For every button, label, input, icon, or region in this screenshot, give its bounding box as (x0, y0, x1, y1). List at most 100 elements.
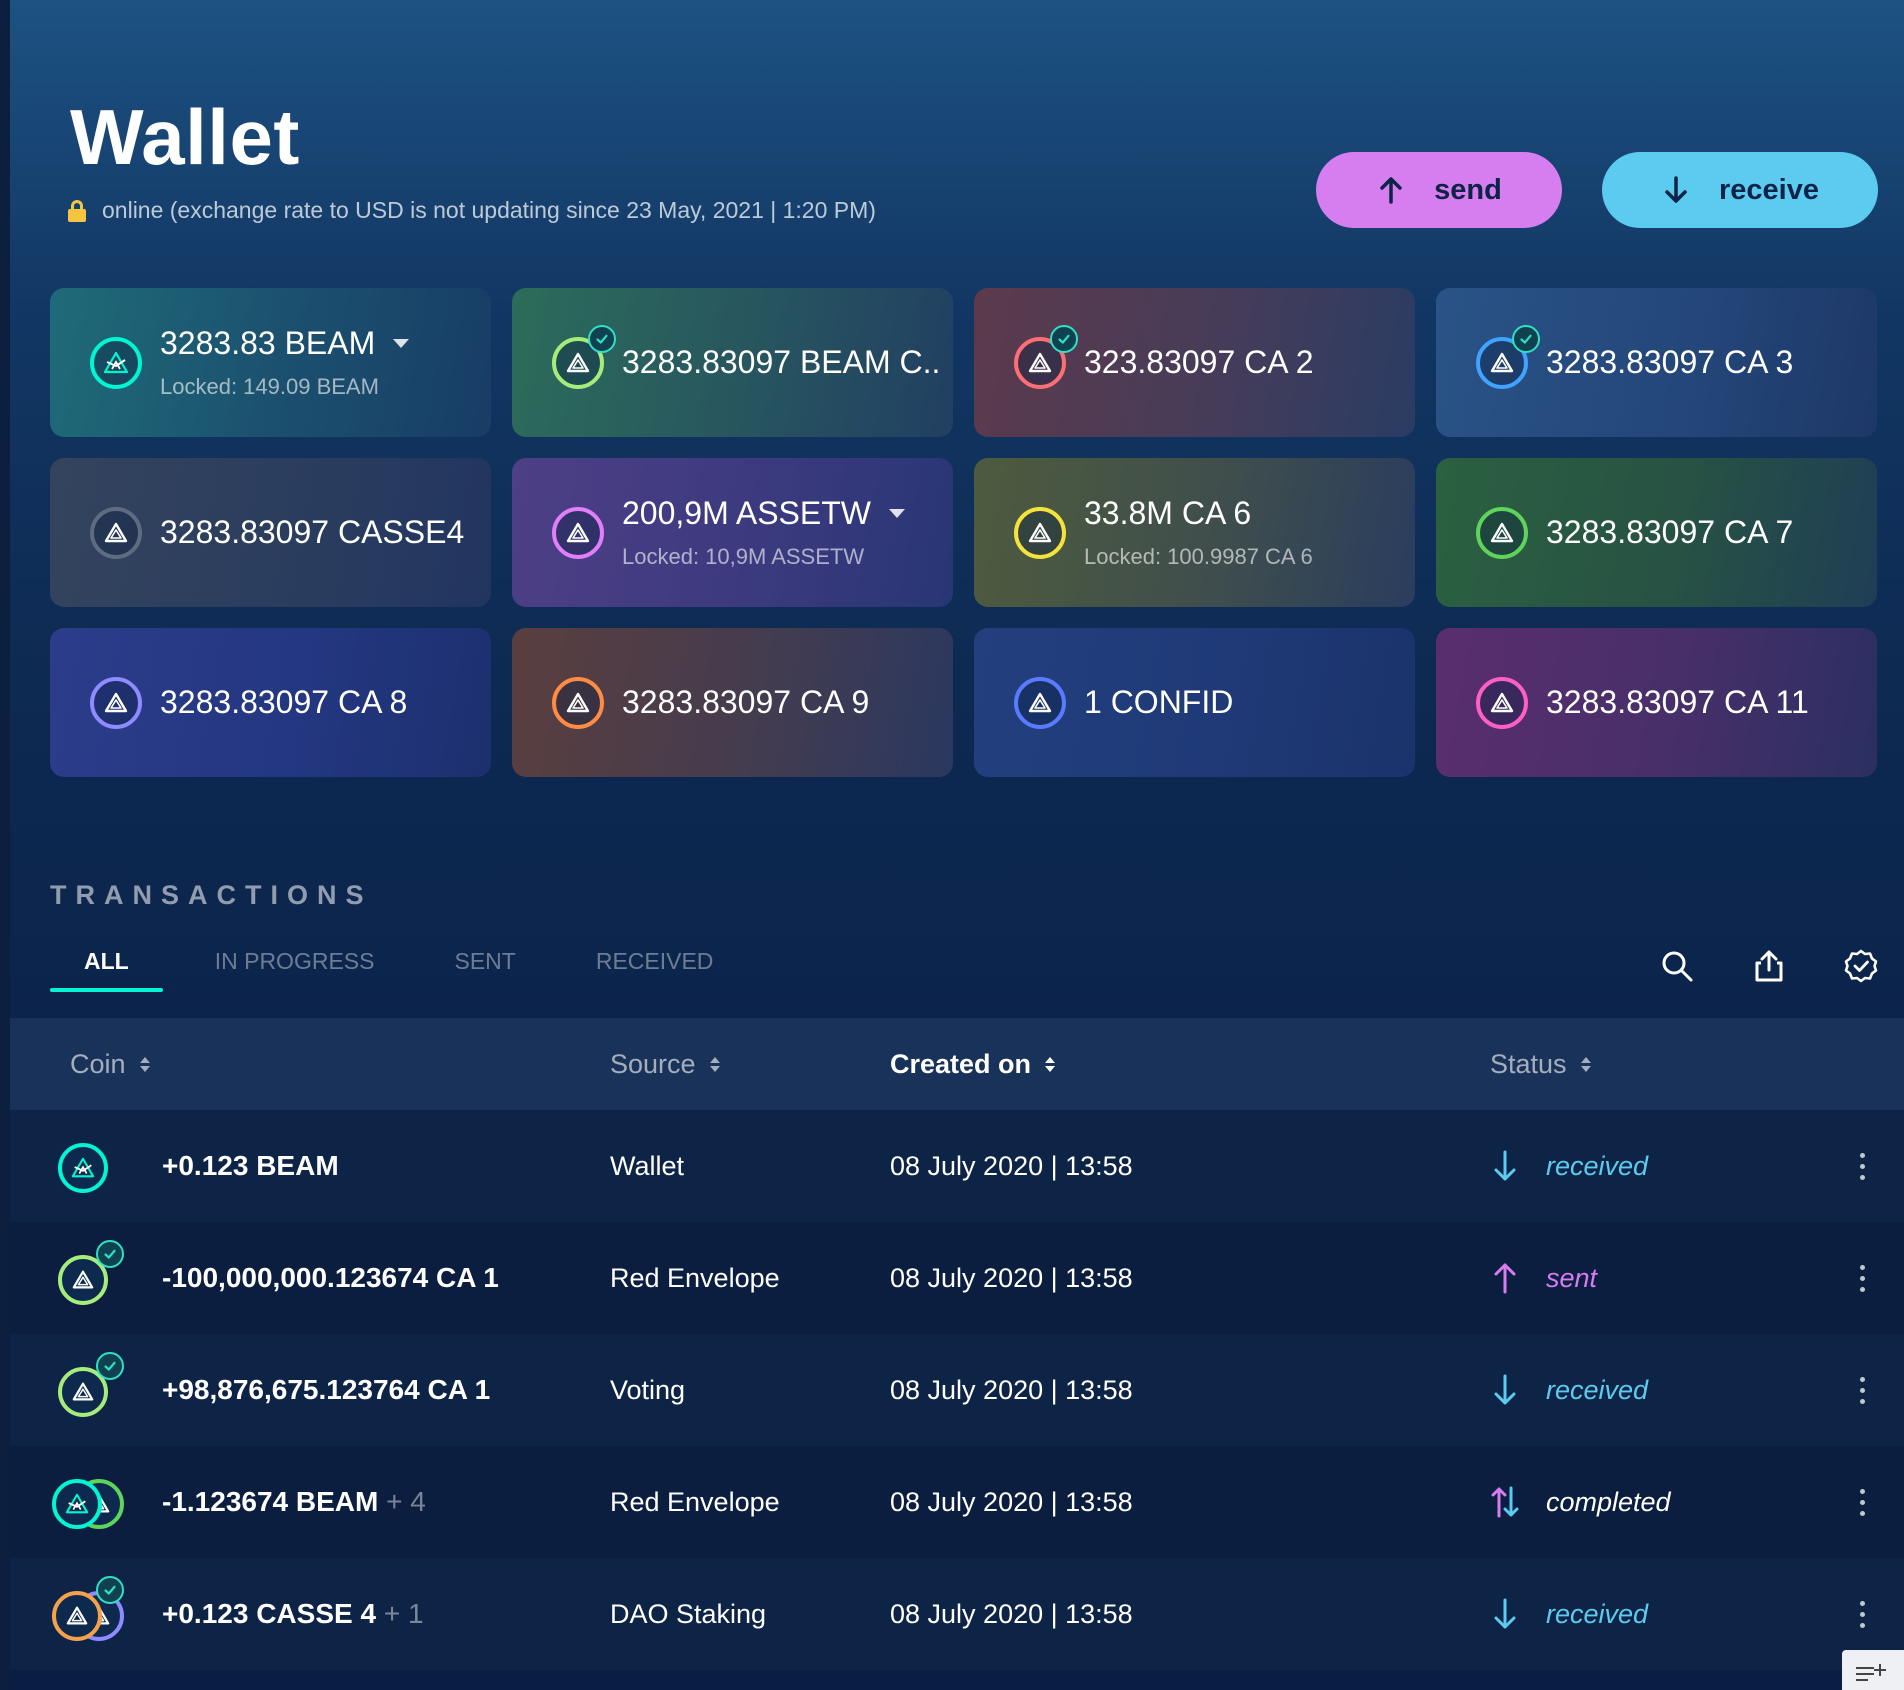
asset-amount: 3283.83097 CA 9 (622, 684, 870, 720)
asset-card[interactable]: 33.8M CA 6 Locked: 100.9987 CA 6 (974, 458, 1415, 607)
export-icon[interactable] (1749, 946, 1789, 986)
arrows-up-down-icon (1491, 1486, 1519, 1518)
asset-card[interactable]: 1 CONFID (974, 628, 1415, 777)
tx-status: received (1490, 1596, 1648, 1632)
chevron-down-icon[interactable] (393, 339, 410, 348)
more-options-icon[interactable] (1860, 1600, 1865, 1628)
chevron-down-icon[interactable] (888, 509, 905, 518)
asset-triangle-icon (58, 1352, 124, 1420)
tx-status: sent (1490, 1260, 1597, 1296)
tx-status: completed (1490, 1484, 1671, 1520)
receive-label: receive (1719, 173, 1819, 206)
more-options-icon[interactable] (1860, 1152, 1865, 1180)
asset-amount: 3283.83097 CA 8 (160, 684, 408, 720)
page-title: Wallet (70, 93, 300, 181)
tx-created-on: 08 July 2020 | 13:58 (890, 1598, 1133, 1629)
asset-amount: 3283.83097 CA 11 (1546, 684, 1809, 720)
column-created-on[interactable]: Created on (890, 1048, 1056, 1080)
more-options-icon[interactable] (1860, 1376, 1865, 1404)
column-source[interactable]: Source (610, 1049, 720, 1080)
asset-amount: 3283.83 BEAM (160, 325, 410, 362)
tab-all[interactable]: ALL (50, 948, 163, 992)
beam-logo-icon (52, 1476, 124, 1532)
asset-triangle-icon (1014, 676, 1066, 729)
asset-card[interactable]: 3283.83097 CA 11 (1436, 628, 1877, 777)
column-created-on-label: Created on (890, 1048, 1032, 1079)
tx-created-on: 08 July 2020 | 13:58 (890, 1486, 1133, 1517)
transactions-table-header: Coin Source Created on Status (10, 1018, 1904, 1110)
arrow-up-icon (1380, 177, 1402, 204)
arrow-down-icon (1494, 1598, 1516, 1629)
asset-amount: 323.83097 CA 2 (1084, 344, 1314, 380)
asset-triangle-icon (1476, 506, 1528, 559)
connection-status: online (exchange rate to USD is not upda… (68, 197, 876, 224)
tx-status: received (1490, 1148, 1648, 1184)
tx-created-on: 08 July 2020 | 13:58 (890, 1262, 1133, 1293)
tx-amount: -100,000,000.123674 CA 1 (162, 1262, 499, 1293)
tx-created-on: 08 July 2020 | 13:58 (890, 1150, 1133, 1181)
table-row[interactable]: +98,876,675.123764 CA 1 Voting 08 July 2… (10, 1334, 1904, 1446)
asset-triangle-icon (552, 676, 604, 729)
column-status[interactable]: Status (1490, 1049, 1591, 1080)
column-coin[interactable]: Coin (70, 1049, 150, 1080)
tx-status: received (1490, 1372, 1648, 1408)
transactions-table-body: +0.123 BEAM Wallet 08 July 2020 | 13:58 … (10, 1110, 1904, 1670)
tx-more-assets: + 1 (383, 1598, 424, 1629)
scroll-corner-widget[interactable] (1842, 1650, 1904, 1690)
table-row[interactable]: +0.123 CASSE 4 + 1 DAO Staking 08 July 2… (10, 1558, 1904, 1670)
tx-more-assets: + 4 (386, 1486, 426, 1517)
verified-badge-icon (588, 324, 616, 353)
tx-amount: +0.123 BEAM (162, 1150, 339, 1181)
transaction-tabs: ALL IN PROGRESS SENT RECEIVED (50, 948, 747, 992)
search-icon[interactable] (1657, 946, 1697, 986)
add-list-icon (1856, 1664, 1886, 1681)
send-button[interactable]: send (1316, 152, 1562, 228)
asset-triangle-icon (90, 506, 142, 559)
tx-source: DAO Staking (610, 1598, 767, 1629)
asset-card[interactable]: 3283.83097 CA 7 (1436, 458, 1877, 607)
asset-amount: 33.8M CA 6 (1084, 495, 1252, 531)
asset-card[interactable]: 3283.83097 BEAM C.. (512, 288, 953, 437)
more-options-icon[interactable] (1860, 1488, 1865, 1516)
table-row[interactable]: +0.123 BEAM Wallet 08 July 2020 | 13:58 … (10, 1110, 1904, 1222)
window-left-edge (0, 0, 10, 1690)
arrow-down-icon (1665, 176, 1687, 203)
tx-created-on: 08 July 2020 | 13:58 (890, 1374, 1133, 1405)
tab-in-progress[interactable]: IN PROGRESS (181, 948, 409, 992)
tab-sent[interactable]: SENT (420, 948, 549, 992)
verified-badge-icon (1050, 324, 1078, 353)
asset-triangle-icon (1014, 324, 1078, 389)
asset-locked: Locked: 10,9M ASSETW (622, 544, 865, 569)
sort-icon (1580, 1056, 1591, 1072)
asset-amount: 1 CONFID (1084, 684, 1234, 720)
lock-icon (68, 199, 86, 222)
asset-card[interactable]: 3283.83097 CA 3 (1436, 288, 1877, 437)
column-coin-label: Coin (70, 1048, 126, 1079)
asset-amount: 3283.83097 BEAM C.. (622, 344, 941, 380)
asset-triangle-icon (552, 324, 616, 389)
table-row[interactable]: -1.123674 BEAM + 4 Red Envelope 08 July … (10, 1446, 1904, 1558)
asset-card[interactable]: 3283.83097 CASSE4 (50, 458, 491, 607)
tx-amount: +0.123 CASSE 4 + 1 (162, 1598, 424, 1629)
asset-card[interactable]: 3283.83097 CA 9 (512, 628, 953, 777)
receive-button[interactable]: receive (1602, 152, 1878, 228)
verified-badge-icon (96, 1352, 124, 1380)
tab-received[interactable]: RECEIVED (562, 948, 748, 992)
asset-card[interactable]: 200,9M ASSETW Locked: 10,9M ASSETW (512, 458, 953, 607)
arrow-up-icon (1494, 1263, 1516, 1294)
more-options-icon[interactable] (1860, 1264, 1865, 1292)
asset-amount: 3283.83097 CASSE4 (160, 514, 465, 550)
asset-card[interactable]: 3283.83097 CA 8 (50, 628, 491, 777)
sort-icon (1045, 1056, 1056, 1072)
asset-amount: 200,9M ASSETW (622, 495, 905, 532)
verified-filter-icon[interactable] (1841, 946, 1881, 986)
asset-card[interactable]: 323.83097 CA 2 (974, 288, 1415, 437)
asset-cards-grid: 3283.83 BEAM Locked: 149.09 BEAM 3283.83… (50, 288, 1879, 777)
sort-icon (709, 1056, 720, 1072)
table-row[interactable]: -100,000,000.123674 CA 1 Red Envelope 08… (10, 1222, 1904, 1334)
asset-card[interactable]: 3283.83 BEAM Locked: 149.09 BEAM (50, 288, 491, 437)
column-source-label: Source (610, 1048, 696, 1079)
asset-triangle-icon (1476, 324, 1540, 389)
beam-logo-icon (58, 1140, 114, 1196)
asset-amount: 3283.83097 CA 3 (1546, 344, 1794, 380)
